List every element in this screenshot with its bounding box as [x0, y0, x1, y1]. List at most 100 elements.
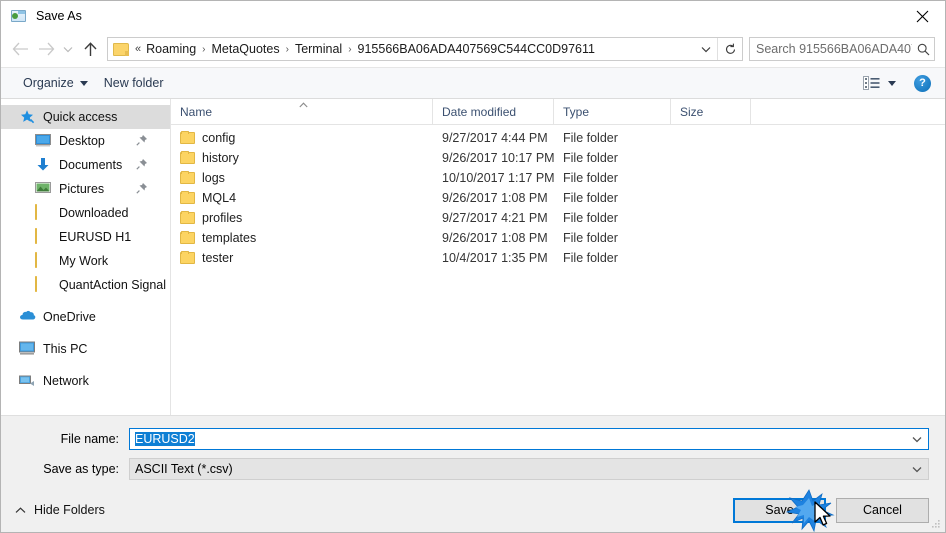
folder-icon: [180, 191, 195, 204]
table-row[interactable]: templates 9/26/2017 1:08 PM File folder: [171, 228, 945, 248]
folder-icon: [180, 131, 195, 144]
save-as-type-select[interactable]: ASCII Text (*.csv): [129, 458, 929, 480]
sidebar-item-quick-access[interactable]: Quick access: [1, 105, 170, 129]
address-bar[interactable]: « Roaming › MetaQuotes › Terminal › 9155…: [107, 37, 743, 61]
organize-label: Organize: [23, 76, 74, 90]
new-folder-button[interactable]: New folder: [96, 73, 172, 93]
forward-button[interactable]: [33, 36, 59, 62]
table-row[interactable]: logs 10/10/2017 1:17 PM File folder: [171, 168, 945, 188]
file-name-cell: history: [171, 151, 433, 165]
chevron-down-icon: [79, 80, 88, 86]
sidebar-item-downloaded[interactable]: Downloaded: [1, 201, 170, 225]
folder-icon: [113, 42, 129, 56]
column-header-label: Name: [180, 104, 213, 119]
organize-button[interactable]: Organize: [15, 73, 96, 93]
change-view-button[interactable]: [853, 76, 906, 90]
folder-icon: [180, 171, 195, 184]
sidebar-item-documents[interactable]: Documents: [1, 153, 170, 177]
file-name-cell: logs: [171, 171, 433, 185]
breadcrumb-overflow[interactable]: «: [133, 43, 143, 55]
file-name: tester: [202, 251, 234, 265]
table-row[interactable]: profiles 9/27/2017 4:21 PM File folder: [171, 208, 945, 228]
column-header-filler: [751, 99, 945, 124]
command-bar: Organize New folder ?: [1, 67, 945, 99]
folder-icon: [35, 204, 51, 221]
file-date-cell: 10/10/2017 1:17 PM: [442, 171, 554, 185]
pin-icon[interactable]: [136, 134, 148, 146]
address-dropdown-button[interactable]: [695, 38, 717, 60]
pin-icon[interactable]: [136, 182, 148, 194]
breadcrumb-item-terminal-id[interactable]: 915566BA06ADA407569C544CC0D97611: [355, 41, 598, 57]
help-button[interactable]: ?: [914, 74, 931, 92]
breadcrumb-item-roaming[interactable]: Roaming: [143, 41, 199, 57]
file-name-cell: tester: [171, 251, 433, 265]
sidebar-item-desktop[interactable]: Desktop: [1, 129, 170, 153]
breadcrumb-item-metaquotes[interactable]: MetaQuotes: [209, 41, 283, 57]
dialog-body: Quick access Desktop Documents Pictures …: [1, 99, 945, 415]
file-name: templates: [202, 231, 257, 245]
sidebar-item-pictures[interactable]: Pictures: [1, 177, 170, 201]
file-name-value[interactable]: EURUSD2: [130, 432, 906, 446]
file-name-input[interactable]: EURUSD2: [129, 428, 929, 450]
file-name-dropdown-button[interactable]: [906, 429, 928, 449]
sidebar-item-network[interactable]: Network: [1, 369, 170, 393]
search-box[interactable]: Search 915566BA06ADA40756...: [749, 37, 935, 61]
refresh-button[interactable]: [718, 38, 742, 60]
up-button[interactable]: [77, 36, 103, 62]
sidebar-item-quantaction-signal[interactable]: QuantAction Signal: [1, 273, 170, 297]
sidebar-item-my-work[interactable]: My Work: [1, 249, 170, 273]
file-type-cell: File folder: [563, 151, 618, 165]
network-icon: [19, 373, 35, 389]
back-button[interactable]: [7, 36, 33, 62]
column-header-date-modified[interactable]: Date modified: [433, 99, 554, 124]
column-header-name[interactable]: Name: [171, 99, 433, 124]
sidebar-item-label: This PC: [43, 342, 88, 356]
hide-folders-label: Hide Folders: [34, 503, 105, 517]
file-name-row: File name: EURUSD2: [17, 428, 929, 450]
folder-icon: [35, 276, 51, 293]
file-name: config: [202, 131, 236, 145]
search-input[interactable]: Search 915566BA06ADA40756...: [750, 42, 912, 56]
file-date-cell: 9/27/2017 4:21 PM: [442, 211, 548, 225]
sidebar-item-eurusd-h1[interactable]: EURUSD H1: [1, 225, 170, 249]
column-header-type[interactable]: Type: [554, 99, 671, 124]
breadcrumb-item-terminal[interactable]: Terminal: [292, 41, 345, 57]
save-as-type-dropdown-button[interactable]: [906, 459, 928, 479]
breadcrumb-separator[interactable]: ›: [283, 44, 292, 55]
resize-grip-icon[interactable]: [931, 519, 941, 529]
close-button[interactable]: [899, 1, 945, 31]
save-as-type-label: Save as type:: [43, 462, 119, 476]
file-name: logs: [202, 171, 225, 185]
folder-icon: [180, 251, 195, 264]
table-row[interactable]: config 9/27/2017 4:44 PM File folder: [171, 128, 945, 148]
file-date-cell: 9/26/2017 10:17 PM: [442, 151, 554, 165]
table-row[interactable]: history 9/26/2017 10:17 PM File folder: [171, 148, 945, 168]
file-type-cell: File folder: [563, 251, 618, 265]
sidebar-item-label: EURUSD H1: [59, 230, 132, 244]
window-title: Save As: [36, 9, 82, 23]
recent-locations-button[interactable]: [59, 36, 77, 62]
table-row[interactable]: MQL4 9/26/2017 1:08 PM File folder: [171, 188, 945, 208]
sidebar-item-label: My Work: [59, 254, 109, 268]
file-name-cell: templates: [171, 231, 433, 245]
column-header-label: Date modified: [442, 104, 517, 119]
forward-arrow-icon: [38, 42, 54, 56]
file-date-cell: 10/4/2017 1:35 PM: [442, 251, 548, 265]
save-button[interactable]: Save: [733, 497, 826, 523]
dialog-footer: Hide Folders Save Cancel: [1, 488, 945, 532]
breadcrumb-separator[interactable]: ›: [199, 44, 208, 55]
search-icon: [912, 38, 934, 60]
desktop-icon: [35, 133, 51, 149]
breadcrumb-separator[interactable]: ›: [345, 44, 354, 55]
sidebar-item-label: Pictures: [59, 182, 105, 196]
cancel-button[interactable]: Cancel: [836, 497, 929, 523]
file-date-cell: 9/26/2017 1:08 PM: [442, 231, 548, 245]
sidebar-item-onedrive[interactable]: OneDrive: [1, 305, 170, 329]
hide-folders-button[interactable]: Hide Folders: [15, 503, 105, 517]
column-header-size[interactable]: Size: [671, 99, 751, 124]
sidebar-item-this-pc[interactable]: This PC: [1, 337, 170, 361]
table-row[interactable]: tester 10/4/2017 1:35 PM File folder: [171, 248, 945, 268]
file-date-cell: 9/27/2017 4:44 PM: [442, 131, 548, 145]
pin-icon[interactable]: [136, 158, 148, 170]
sort-ascending-icon: [299, 97, 308, 108]
